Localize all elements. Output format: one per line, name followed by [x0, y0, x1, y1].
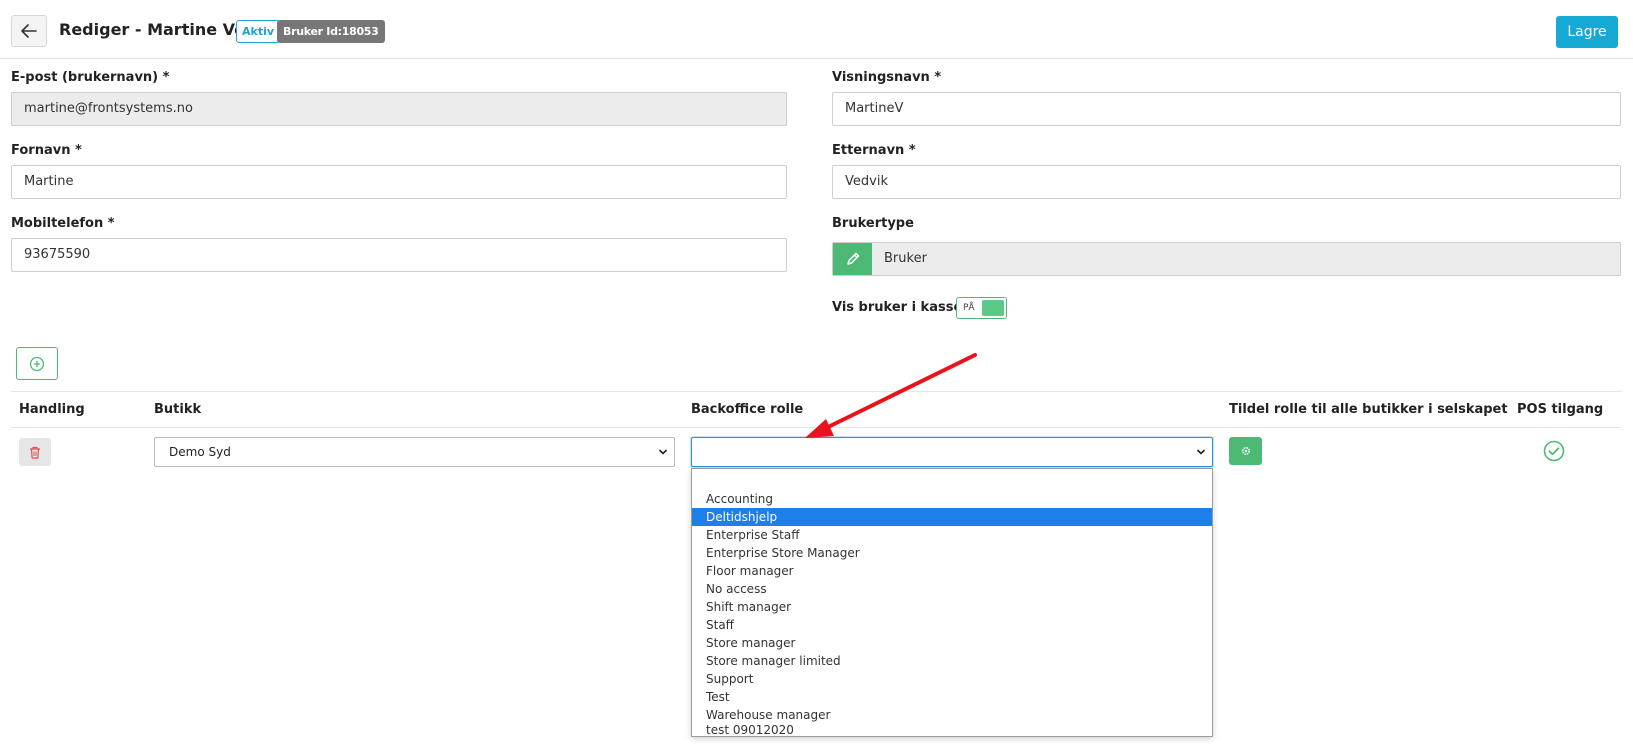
column-header-store: Butikk [154, 402, 202, 417]
mobile-label: Mobiltelefon * [11, 216, 115, 231]
role-option[interactable]: No access [692, 580, 1212, 598]
role-option[interactable]: test 09012020 [692, 724, 1212, 736]
check-circle-icon[interactable] [1543, 440, 1565, 462]
role-option[interactable]: Shift manager [692, 598, 1212, 616]
role-option[interactable]: Store manager [692, 634, 1212, 652]
email-label: E-post (brukernavn) * [11, 70, 170, 85]
store-select-value: Demo Syd [169, 445, 231, 459]
mobile-field[interactable]: 93675590 [11, 238, 787, 272]
save-button[interactable]: Lagre [1556, 16, 1618, 48]
plus-circle-icon [29, 356, 45, 371]
edit-user-type-button[interactable] [833, 243, 872, 275]
assign-role-all-stores-button[interactable] [1229, 437, 1262, 465]
display-name-field[interactable]: MartineV [832, 92, 1621, 126]
first-name-field[interactable]: Martine [11, 165, 787, 199]
table-divider [11, 391, 1622, 392]
backoffice-role-select[interactable] [691, 437, 1213, 467]
delete-row-button[interactable] [19, 438, 51, 466]
pencil-icon [846, 252, 859, 265]
column-header-assign-all: Tildel rolle til alle butikker i selskap… [1229, 402, 1508, 417]
trash-icon [30, 446, 40, 459]
role-option-empty[interactable] [692, 472, 1212, 490]
add-store-button[interactable] [16, 347, 58, 380]
arrow-left-icon [21, 24, 37, 38]
toggle-state-text: PÅ [963, 303, 975, 313]
column-header-action: Handling [19, 402, 85, 417]
first-name-label: Fornavn * [11, 143, 82, 158]
role-option[interactable]: Enterprise Store Manager [692, 544, 1212, 562]
role-option[interactable]: Enterprise Staff [692, 526, 1212, 544]
role-option[interactable]: Support [692, 670, 1212, 688]
column-header-backoffice-role: Backoffice rolle [691, 402, 804, 417]
gear-icon [1241, 446, 1250, 456]
role-option[interactable]: Accounting [692, 490, 1212, 508]
toggle-knob [982, 300, 1004, 316]
last-name-field[interactable]: Vedvik [832, 165, 1621, 199]
role-option[interactable]: Staff [692, 616, 1212, 634]
chevron-down-icon [658, 449, 668, 455]
last-name-label: Etternavn * [832, 143, 916, 158]
role-option[interactable]: Warehouse manager [692, 706, 1212, 724]
user-type-label: Brukertype [832, 216, 914, 231]
column-header-pos-access: POS tilgang [1517, 402, 1604, 417]
role-option-highlighted[interactable]: Deltidshjelp [692, 508, 1212, 526]
user-type-field: Bruker [832, 242, 1621, 276]
backoffice-role-dropdown: Accounting Deltidshjelp Enterprise Staff… [691, 468, 1213, 737]
table-header-divider [11, 427, 1622, 428]
role-option[interactable]: Floor manager [692, 562, 1212, 580]
back-button[interactable] [11, 15, 47, 47]
email-field[interactable]: martine@frontsystems.no [11, 92, 787, 126]
show-in-pos-toggle[interactable]: PÅ [956, 297, 1007, 319]
page-header: Rediger - Martine Vedvik Aktiv Bruker Id… [0, 0, 1633, 59]
chevron-down-icon [1196, 449, 1206, 455]
status-badge: Aktiv [236, 20, 281, 43]
user-id-badge: Bruker Id:18053 [277, 20, 385, 43]
display-name-label: Visningsnavn * [832, 70, 942, 85]
user-type-value: Bruker [884, 251, 927, 266]
role-option[interactable]: Test [692, 688, 1212, 706]
store-select[interactable]: Demo Syd [154, 437, 675, 467]
show-in-pos-label: Vis bruker i kassen [832, 300, 972, 315]
role-option[interactable]: Store manager limited [692, 652, 1212, 670]
